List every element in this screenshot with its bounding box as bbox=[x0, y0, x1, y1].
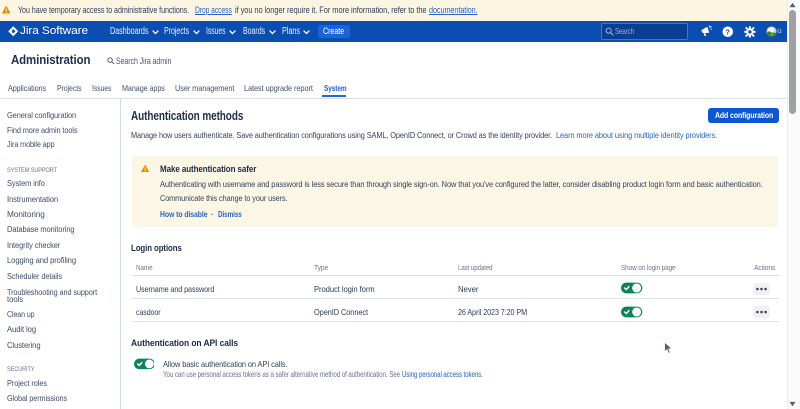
svg-text:?: ? bbox=[725, 29, 729, 37]
